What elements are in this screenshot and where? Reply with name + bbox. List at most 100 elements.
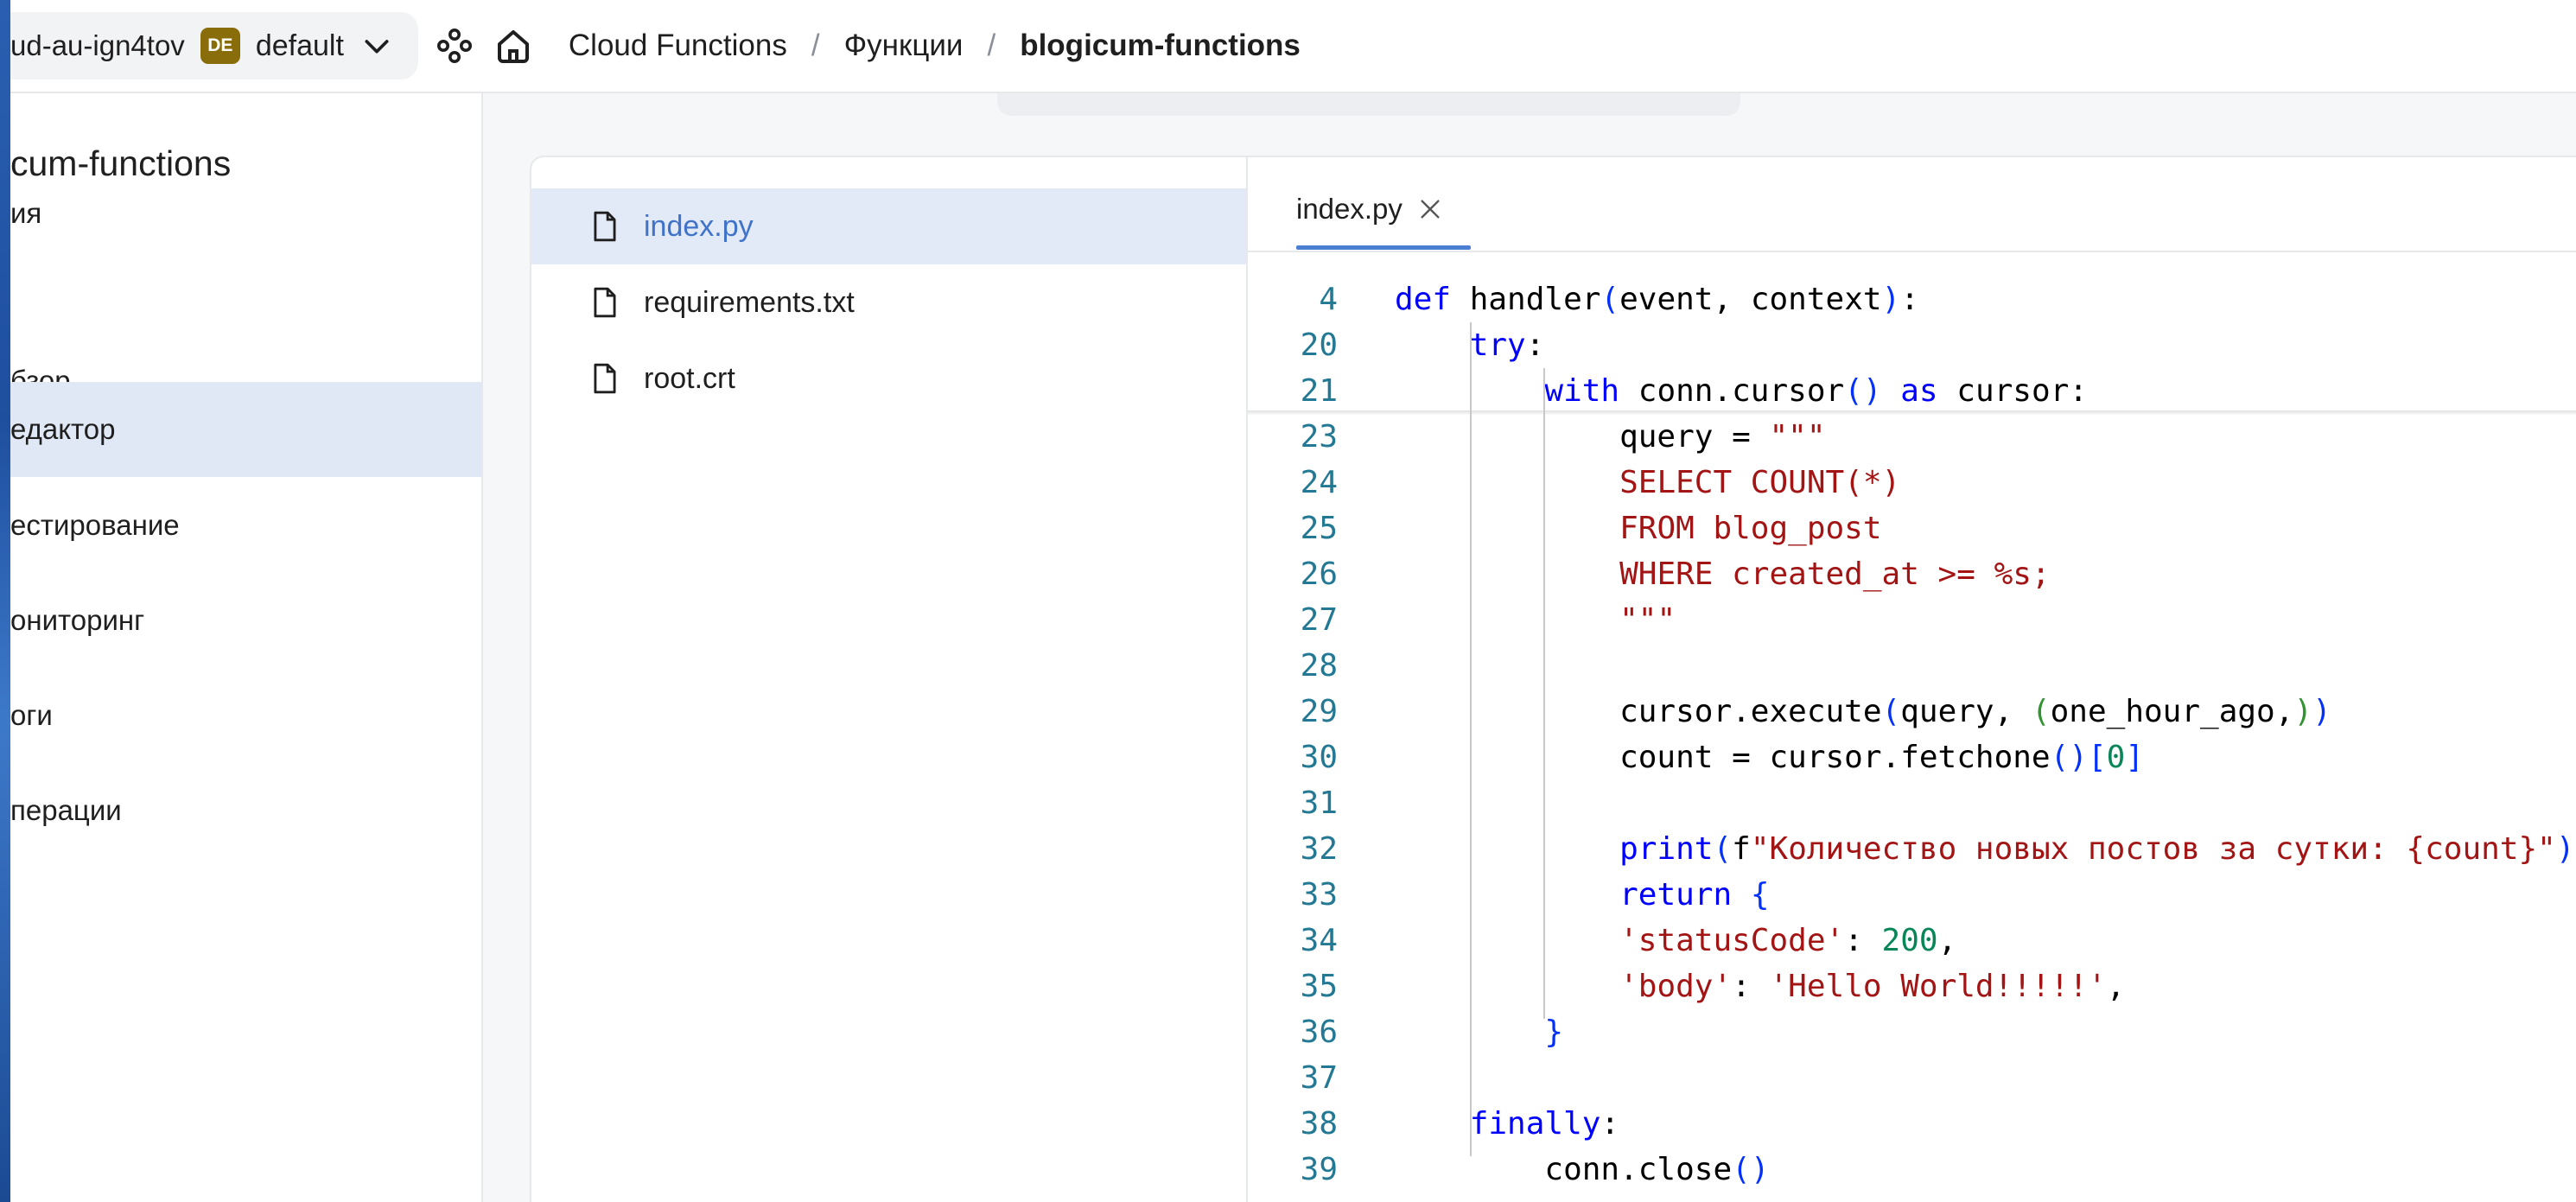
editor-area: index.py requirements.txt root.crt index… bbox=[483, 93, 2576, 1202]
function-sidebar: cum-functions ия бзор едактор естировани… bbox=[10, 93, 483, 1202]
folder-badge: DE bbox=[200, 28, 240, 64]
code-line[interactable]: 24 SELECT COUNT(*) bbox=[1248, 460, 2576, 506]
code-line[interactable]: 29 cursor.execute(query, (one_hour_ago,)… bbox=[1248, 689, 2576, 735]
code-line[interactable]: 23 query = """ bbox=[1248, 414, 2576, 460]
line-number: 24 bbox=[1300, 465, 1338, 500]
code-line[interactable]: 34 'statusCode': 200, bbox=[1248, 918, 2576, 964]
breadcrumb-current: blogicum-functions bbox=[1020, 29, 1301, 62]
code-line[interactable]: 25 FROM blog_post bbox=[1248, 506, 2576, 551]
nav-logs[interactable]: оги bbox=[10, 668, 481, 763]
code-editor-panel: index.py requirements.txt root.crt index… bbox=[530, 156, 2576, 1202]
line-text: 'statusCode': 200, bbox=[1619, 923, 1957, 958]
code-line[interactable]: 26 WHERE created_at >= %s; bbox=[1248, 551, 2576, 597]
code-line[interactable]: 4 def handler(event, context): bbox=[1248, 277, 2576, 322]
line-text: 'body': 'Hello World!!!!!', bbox=[1619, 969, 2126, 1004]
line-text: print(f"Количество новых постов за сутки… bbox=[1619, 831, 2575, 867]
code-line[interactable]: 21 with conn.cursor() as cursor: bbox=[1248, 368, 2576, 414]
code-line[interactable]: 27 """ bbox=[1248, 597, 2576, 643]
file-icon bbox=[594, 363, 616, 394]
code-editor[interactable]: index.py 4 def handler(event, context): 20… bbox=[1248, 157, 2576, 1202]
tab-index-py[interactable]: index.py bbox=[1296, 183, 1444, 235]
line-text: return { bbox=[1619, 877, 1770, 913]
tab-label: index.py bbox=[1296, 193, 1402, 225]
account-switcher[interactable]: ud-au-ign4tov DE default bbox=[10, 12, 418, 79]
indent-guide bbox=[1470, 322, 1472, 1110]
services-icon[interactable] bbox=[434, 25, 475, 67]
nav-label: естирование bbox=[10, 509, 180, 541]
file-item-root-crt[interactable]: root.crt bbox=[531, 340, 1246, 417]
line-number: 29 bbox=[1300, 694, 1338, 729]
file-item-index-py[interactable]: index.py bbox=[531, 188, 1246, 264]
file-icon bbox=[594, 211, 616, 242]
line-number: 20 bbox=[1300, 328, 1338, 363]
code-line[interactable]: 38 finally: bbox=[1248, 1101, 2576, 1147]
breadcrumb-functions[interactable]: Функции bbox=[844, 29, 964, 63]
line-text: } bbox=[1544, 1014, 1564, 1050]
nav-testing[interactable]: естирование bbox=[10, 478, 481, 573]
desktop-edge bbox=[0, 0, 10, 1202]
chevron-down-icon[interactable] bbox=[359, 29, 394, 63]
line-number: 30 bbox=[1300, 740, 1338, 775]
line-number: 31 bbox=[1300, 785, 1338, 821]
line-number: 32 bbox=[1300, 831, 1338, 867]
breadcrumb-separator: / bbox=[811, 29, 820, 62]
close-icon[interactable] bbox=[1416, 195, 1444, 223]
line-number: 28 bbox=[1300, 648, 1338, 684]
indent-guide bbox=[1470, 1110, 1472, 1156]
file-name: requirements.txt bbox=[644, 285, 855, 319]
cloud-name: ud-au-ign4tov bbox=[10, 29, 185, 61]
active-tab-indicator bbox=[1296, 245, 1471, 250]
function-subtitle: ия bbox=[10, 197, 42, 229]
nav-operations[interactable]: перации bbox=[10, 763, 481, 858]
line-number: 35 bbox=[1300, 969, 1338, 1004]
line-number: 4 bbox=[1319, 282, 1338, 317]
file-item-requirements-txt[interactable]: requirements.txt bbox=[531, 264, 1246, 340]
line-number: 37 bbox=[1300, 1060, 1338, 1096]
breadcrumb: Cloud Functions / Функции / blogicum-fun… bbox=[569, 29, 1301, 63]
line-number: 26 bbox=[1300, 556, 1338, 592]
code-line[interactable]: 28 bbox=[1248, 643, 2576, 689]
line-text: finally: bbox=[1469, 1106, 1620, 1142]
nav-monitoring[interactable]: ониторинг bbox=[10, 573, 481, 668]
line-text: """ bbox=[1619, 602, 1676, 638]
nav-label: перации bbox=[10, 794, 122, 826]
code-line[interactable]: 39 conn.close() bbox=[1248, 1147, 2576, 1192]
line-number: 33 bbox=[1300, 877, 1338, 913]
line-number: 36 bbox=[1300, 1014, 1338, 1050]
line-number: 39 bbox=[1300, 1152, 1338, 1187]
breadcrumb-separator: / bbox=[987, 29, 996, 62]
line-text: with conn.cursor() as cursor: bbox=[1544, 373, 2088, 409]
line-number: 34 bbox=[1300, 923, 1338, 958]
file-name: root.crt bbox=[644, 361, 735, 395]
line-text: def handler(event, context): bbox=[1395, 282, 1919, 317]
nav-editor[interactable]: едактор bbox=[10, 382, 481, 477]
indent-guide bbox=[1543, 368, 1545, 1019]
code-line[interactable]: 30 count = cursor.fetchone()[0] bbox=[1248, 735, 2576, 780]
code-line[interactable]: 32 print(f"Количество новых постов за су… bbox=[1248, 826, 2576, 872]
line-number: 27 bbox=[1300, 602, 1338, 638]
top-bar: ud-au-ign4tov DE default Cloud Functions… bbox=[10, 0, 2576, 93]
nav-label: едактор bbox=[10, 413, 116, 445]
home-icon[interactable] bbox=[493, 25, 534, 67]
code-line[interactable]: 31 bbox=[1248, 780, 2576, 826]
line-number: 38 bbox=[1300, 1106, 1338, 1142]
nav-label: ониторинг bbox=[10, 604, 145, 636]
line-text: conn.close() bbox=[1395, 1152, 1770, 1187]
folder-name: default bbox=[255, 29, 344, 62]
code-line[interactable]: 33 return { bbox=[1248, 872, 2576, 918]
line-text: cursor.execute(query, (one_hour_ago,)) bbox=[1395, 694, 2331, 729]
code-line[interactable]: 35 'body': 'Hello World!!!!!', bbox=[1248, 964, 2576, 1009]
code-line[interactable]: 37 bbox=[1248, 1055, 2576, 1101]
code-line[interactable]: 36 } bbox=[1248, 1009, 2576, 1055]
line-number: 23 bbox=[1300, 419, 1338, 455]
editor-tabs: index.py bbox=[1248, 157, 2576, 252]
mode-switcher[interactable] bbox=[997, 93, 1740, 116]
line-text: query = """ bbox=[1395, 419, 1826, 455]
line-text: count = cursor.fetchone()[0] bbox=[1395, 740, 2144, 775]
file-icon bbox=[594, 287, 616, 318]
line-number: 25 bbox=[1300, 511, 1338, 546]
code-line[interactable]: 20 try: bbox=[1248, 322, 2576, 368]
breadcrumb-cloud-functions[interactable]: Cloud Functions bbox=[569, 29, 787, 63]
line-text: WHERE created_at >= %s; bbox=[1619, 556, 2051, 592]
function-title: cum-functions bbox=[10, 143, 232, 183]
